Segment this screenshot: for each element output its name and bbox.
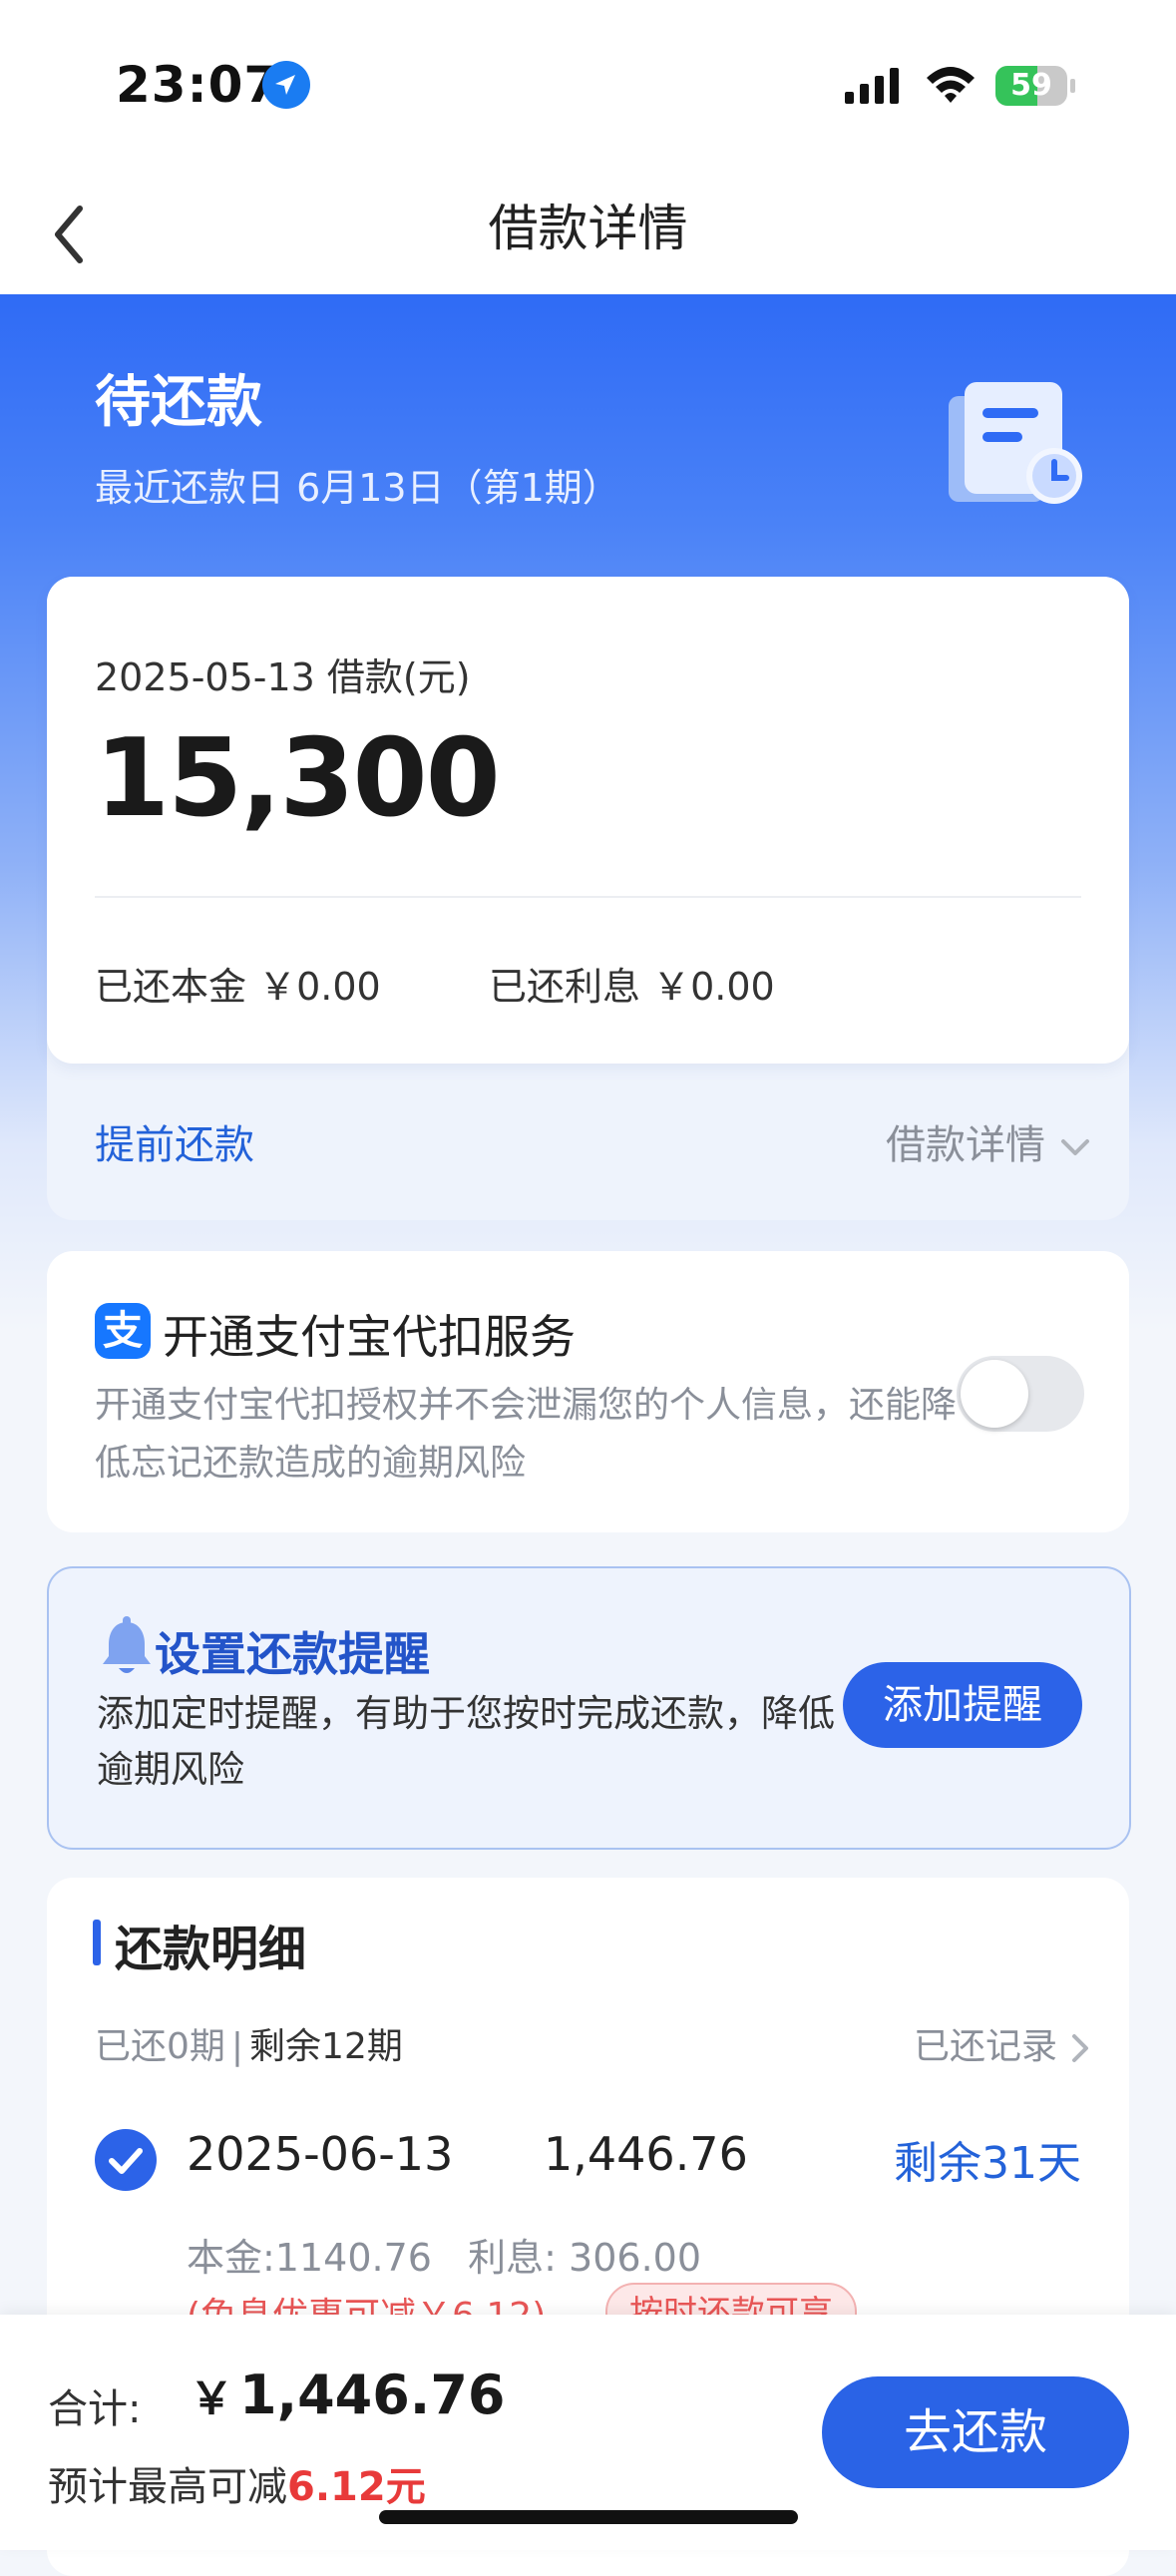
loan-detail-label: 借款详情	[886, 1122, 1045, 1168]
loan-detail-toggle[interactable]: 借款详情	[886, 1112, 1091, 1170]
stats-separator: |	[230, 2026, 244, 2067]
battery-indicator: 59	[995, 66, 1075, 106]
installment-amount: 1,446.76	[544, 2127, 748, 2181]
divider	[95, 896, 1081, 898]
max-reduction-label: 预计最高可减	[48, 2464, 287, 2510]
nav-bar: 借款详情	[0, 175, 1176, 294]
home-indicator	[379, 2510, 798, 2524]
toggle-knob	[961, 1360, 1028, 1428]
loan-amount: 15,300	[95, 716, 501, 841]
cellular-signal-icon	[845, 68, 899, 104]
battery-cap	[1070, 79, 1075, 93]
reminder-description: 添加定时提醒，有助于您按时完成还款，降低逾期风险	[97, 1692, 835, 1791]
auto-deduct-toggle[interactable]	[957, 1356, 1084, 1432]
chevron-down-icon	[1061, 1139, 1089, 1155]
repayment-reminder-card: 设置还款提醒 添加定时提醒，有助于您按时完成还款，降低逾期风险 添加提醒	[47, 1566, 1131, 1850]
auto-deduct-card: 支 开通支付宝代扣服务 开通支付宝代扣授权并不会泄漏您的个人信息，还能降低忘记还…	[47, 1251, 1129, 1532]
paid-records-link[interactable]: 已还记录	[914, 2017, 1091, 2069]
status-bar: 23:07 59	[0, 0, 1176, 175]
remaining-installments: 剩余12期	[249, 2026, 403, 2067]
installment-remaining-days: 剩余31天	[894, 2138, 1081, 2189]
total-amount: ￥ 1,446.76	[190, 2362, 505, 2426]
paid-records-label: 已还记录	[913, 2026, 1057, 2067]
loan-date-label: 2025-05-13 借款(元)	[95, 655, 471, 699]
total-label: 合计:	[48, 2386, 142, 2432]
auto-deduct-title: 开通支付宝代扣服务	[163, 1310, 576, 1364]
bell-icon	[103, 1616, 151, 1673]
location-arrow-icon	[262, 61, 310, 109]
schedule-title: 还款明细	[115, 1922, 307, 1977]
paid-installments: 已还0期	[95, 2026, 225, 2067]
max-reduction-value: 6.12元	[287, 2464, 426, 2510]
repay-button[interactable]: 去还款	[822, 2376, 1129, 2488]
status-time: 23:07	[116, 56, 280, 114]
prepay-link[interactable]: 提前还款	[95, 1112, 254, 1170]
max-reduction: 预计最高可减6.12元	[48, 2454, 426, 2512]
total-amount-value: 1,446.76	[239, 2363, 506, 2426]
loan-summary-top: 2025-05-13 借款(元) 15,300 已还本金 ￥0.00 已还利息 …	[47, 577, 1129, 1064]
page-title: 借款详情	[488, 200, 688, 257]
currency-symbol: ￥	[190, 2373, 233, 2424]
repayment-status-title: 待还款	[95, 370, 262, 435]
paid-principal: 已还本金 ￥0.00	[95, 965, 381, 1009]
next-repayment-date: 最近还款日 6月13日（第1期）	[95, 466, 620, 510]
battery-body: 59	[995, 66, 1067, 106]
loan-summary-card: 2025-05-13 借款(元) 15,300 已还本金 ￥0.00 已还利息 …	[47, 577, 1129, 1220]
alipay-icon: 支	[95, 1303, 151, 1359]
installment-breakdown: 本金:1140.76 利息: 306.00	[187, 2236, 702, 2280]
auto-deduct-description: 开通支付宝代扣授权并不会泄漏您的个人信息，还能降低忘记还款造成的逾期风险	[95, 1385, 958, 1484]
wifi-icon	[927, 67, 975, 103]
schedule-stats: 已还0期 | 剩余12期	[95, 2017, 403, 2069]
installment-date: 2025-06-13	[187, 2127, 454, 2181]
add-reminder-button[interactable]: 添加提醒	[843, 1662, 1082, 1748]
checkmark-circle-icon[interactable]	[95, 2129, 157, 2191]
battery-percent: 59	[1010, 68, 1052, 103]
section-accent-bar	[93, 1920, 101, 1965]
reminder-title: 设置还款提醒	[155, 1627, 430, 1681]
paid-interest: 已还利息 ￥0.00	[489, 965, 775, 1009]
back-chevron-icon[interactable]	[40, 197, 100, 272]
chevron-right-icon	[1072, 2034, 1088, 2062]
document-clock-icon	[949, 382, 1082, 504]
